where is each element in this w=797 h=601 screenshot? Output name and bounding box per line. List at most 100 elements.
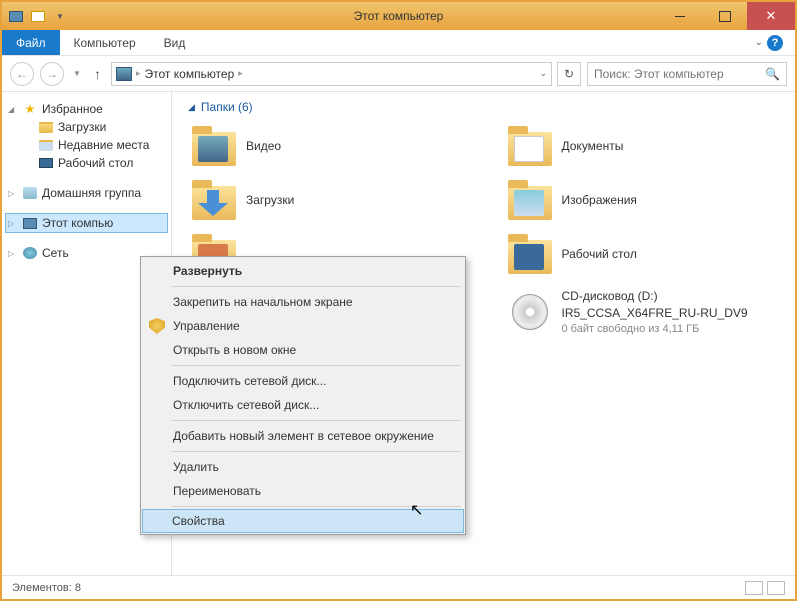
folder-images[interactable]: Изображения <box>504 176 780 224</box>
menu-item-label: Подключить сетевой диск... <box>173 374 326 388</box>
item-label: Загрузки <box>246 192 294 209</box>
menu-item[interactable]: Удалить <box>143 455 463 479</box>
folder-icon <box>508 180 552 220</box>
chevron-right-icon[interactable]: ▸ <box>238 68 243 79</box>
folder-documents[interactable]: Документы <box>504 122 780 170</box>
tree-recent[interactable]: Недавние места <box>22 136 167 154</box>
menu-item[interactable]: Открыть в новом окне <box>143 338 463 362</box>
titlebar: ▼ Этот компьютер <box>2 2 795 30</box>
forward-button[interactable]: → <box>40 62 64 86</box>
pc-icon <box>22 216 38 230</box>
close-button[interactable] <box>747 2 795 30</box>
view-icons-button[interactable] <box>767 581 785 595</box>
breadcrumb[interactable]: Этот компьютер <box>145 67 235 81</box>
back-button[interactable]: ← <box>10 62 34 86</box>
drive-cd[interactable]: CD-дисковод (D:) IR5_CCSA_X64FRE_RU-RU_D… <box>504 284 780 341</box>
folder-downloads[interactable]: Загрузки <box>188 176 464 224</box>
item-label: Изображения <box>562 192 637 209</box>
menu-item-label: Добавить новый элемент в сетевое окружен… <box>173 429 434 443</box>
collapse-icon: ◢ <box>188 102 195 113</box>
ribbon: Файл Компьютер Вид ⌄ ? <box>2 30 795 56</box>
menu-separator <box>171 451 461 452</box>
help-icon[interactable]: ? <box>767 35 783 51</box>
menu-separator <box>171 286 461 287</box>
menu-item-label: Развернуть <box>173 264 242 278</box>
folder-icon <box>508 234 552 274</box>
tree-label: Домашняя группа <box>42 186 141 200</box>
menu-item[interactable]: Закрепить на начальном экране <box>143 290 463 314</box>
pc-icon <box>116 67 132 81</box>
menu-item[interactable]: Подключить сетевой диск... <box>143 369 463 393</box>
qat-dropdown-icon[interactable]: ▼ <box>52 8 68 24</box>
tab-view[interactable]: Вид <box>150 30 200 55</box>
minimize-button[interactable] <box>657 2 702 30</box>
section-header[interactable]: ◢ Папки (6) <box>188 100 779 114</box>
properties-icon[interactable] <box>8 8 24 24</box>
tree-desktop[interactable]: Рабочий стол <box>22 154 167 172</box>
tree-homegroup[interactable]: ▷Домашняя группа <box>6 184 167 202</box>
menu-separator <box>171 506 461 507</box>
folder-desktop[interactable]: Рабочий стол <box>504 230 780 278</box>
folder-icon <box>508 126 552 166</box>
quick-access-toolbar: ▼ <box>2 8 68 24</box>
menu-item-label: Открыть в новом окне <box>173 343 296 357</box>
navbar: ← → ▼ ↑ ▸ Этот компьютер ▸ ⌄ ↻ 🔍 <box>2 56 795 92</box>
file-tab[interactable]: Файл <box>2 30 60 55</box>
tree-label: Загрузки <box>58 120 106 134</box>
menu-item-label: Закрепить на начальном экране <box>173 295 353 309</box>
item-label: Рабочий стол <box>562 246 637 263</box>
menu-item[interactable]: Отключить сетевой диск... <box>143 393 463 417</box>
menu-separator <box>171 365 461 366</box>
tree-label: Этот компью <box>42 216 113 230</box>
menu-item-label: Переименовать <box>173 484 261 498</box>
search-input[interactable] <box>594 67 780 81</box>
search-box[interactable]: 🔍 <box>587 62 787 86</box>
menu-item[interactable]: Добавить новый элемент в сетевое окружен… <box>143 424 463 448</box>
tree-label: Избранное <box>42 102 103 116</box>
folder-icon <box>192 126 236 166</box>
folder-video[interactable]: Видео <box>188 122 464 170</box>
maximize-button[interactable] <box>702 2 747 30</box>
item-label: Видео <box>246 138 281 155</box>
disc-icon <box>508 292 552 332</box>
tree-label: Недавние места <box>58 138 149 152</box>
ribbon-collapse-icon[interactable]: ⌄ <box>755 37 763 48</box>
folder-icon <box>192 180 236 220</box>
window-controls <box>657 2 795 30</box>
menu-item[interactable]: Переименовать <box>143 479 463 503</box>
star-icon: ★ <box>22 102 38 116</box>
tree-downloads[interactable]: Загрузки <box>22 118 167 136</box>
refresh-button[interactable]: ↻ <box>557 62 581 86</box>
tree-label: Рабочий стол <box>58 156 133 170</box>
ribbon-right: ⌄ ? <box>743 30 795 55</box>
new-folder-icon[interactable] <box>30 8 46 24</box>
tab-computer[interactable]: Компьютер <box>60 30 150 55</box>
tree-label: Сеть <box>42 246 69 260</box>
recent-icon <box>38 138 54 152</box>
folder-icon <box>38 120 54 134</box>
search-icon: 🔍 <box>765 67 780 81</box>
menu-item-label: Свойства <box>172 514 225 528</box>
chevron-right-icon[interactable]: ▸ <box>136 68 141 79</box>
menu-item-label: Отключить сетевой диск... <box>173 398 319 412</box>
statusbar: Элементов: 8 <box>2 575 795 599</box>
homegroup-icon <box>22 186 38 200</box>
menu-item[interactable]: Свойства <box>142 509 464 533</box>
menu-item-label: Удалить <box>173 460 219 474</box>
menu-item[interactable]: Управление <box>143 314 463 338</box>
menu-item[interactable]: Развернуть <box>143 259 463 283</box>
address-dropdown-icon[interactable]: ⌄ <box>539 68 547 79</box>
status-text: Элементов: 8 <box>12 582 81 594</box>
up-button[interactable]: ↑ <box>90 66 105 82</box>
tree-this-pc[interactable]: ▷Этот компью <box>5 213 168 233</box>
item-label: Документы <box>562 138 624 155</box>
tree-favorites[interactable]: ◢★Избранное <box>6 100 167 118</box>
item-label: CD-дисковод (D:) IR5_CCSA_X64FRE_RU-RU_D… <box>562 288 748 337</box>
history-dropdown-icon[interactable]: ▼ <box>70 62 84 86</box>
desktop-icon <box>38 156 54 170</box>
view-switcher <box>745 581 785 595</box>
menu-separator <box>171 420 461 421</box>
context-menu: Развернуть Закрепить на начальном экране У… <box>140 256 466 535</box>
view-details-button[interactable] <box>745 581 763 595</box>
address-bar[interactable]: ▸ Этот компьютер ▸ ⌄ <box>111 62 552 86</box>
